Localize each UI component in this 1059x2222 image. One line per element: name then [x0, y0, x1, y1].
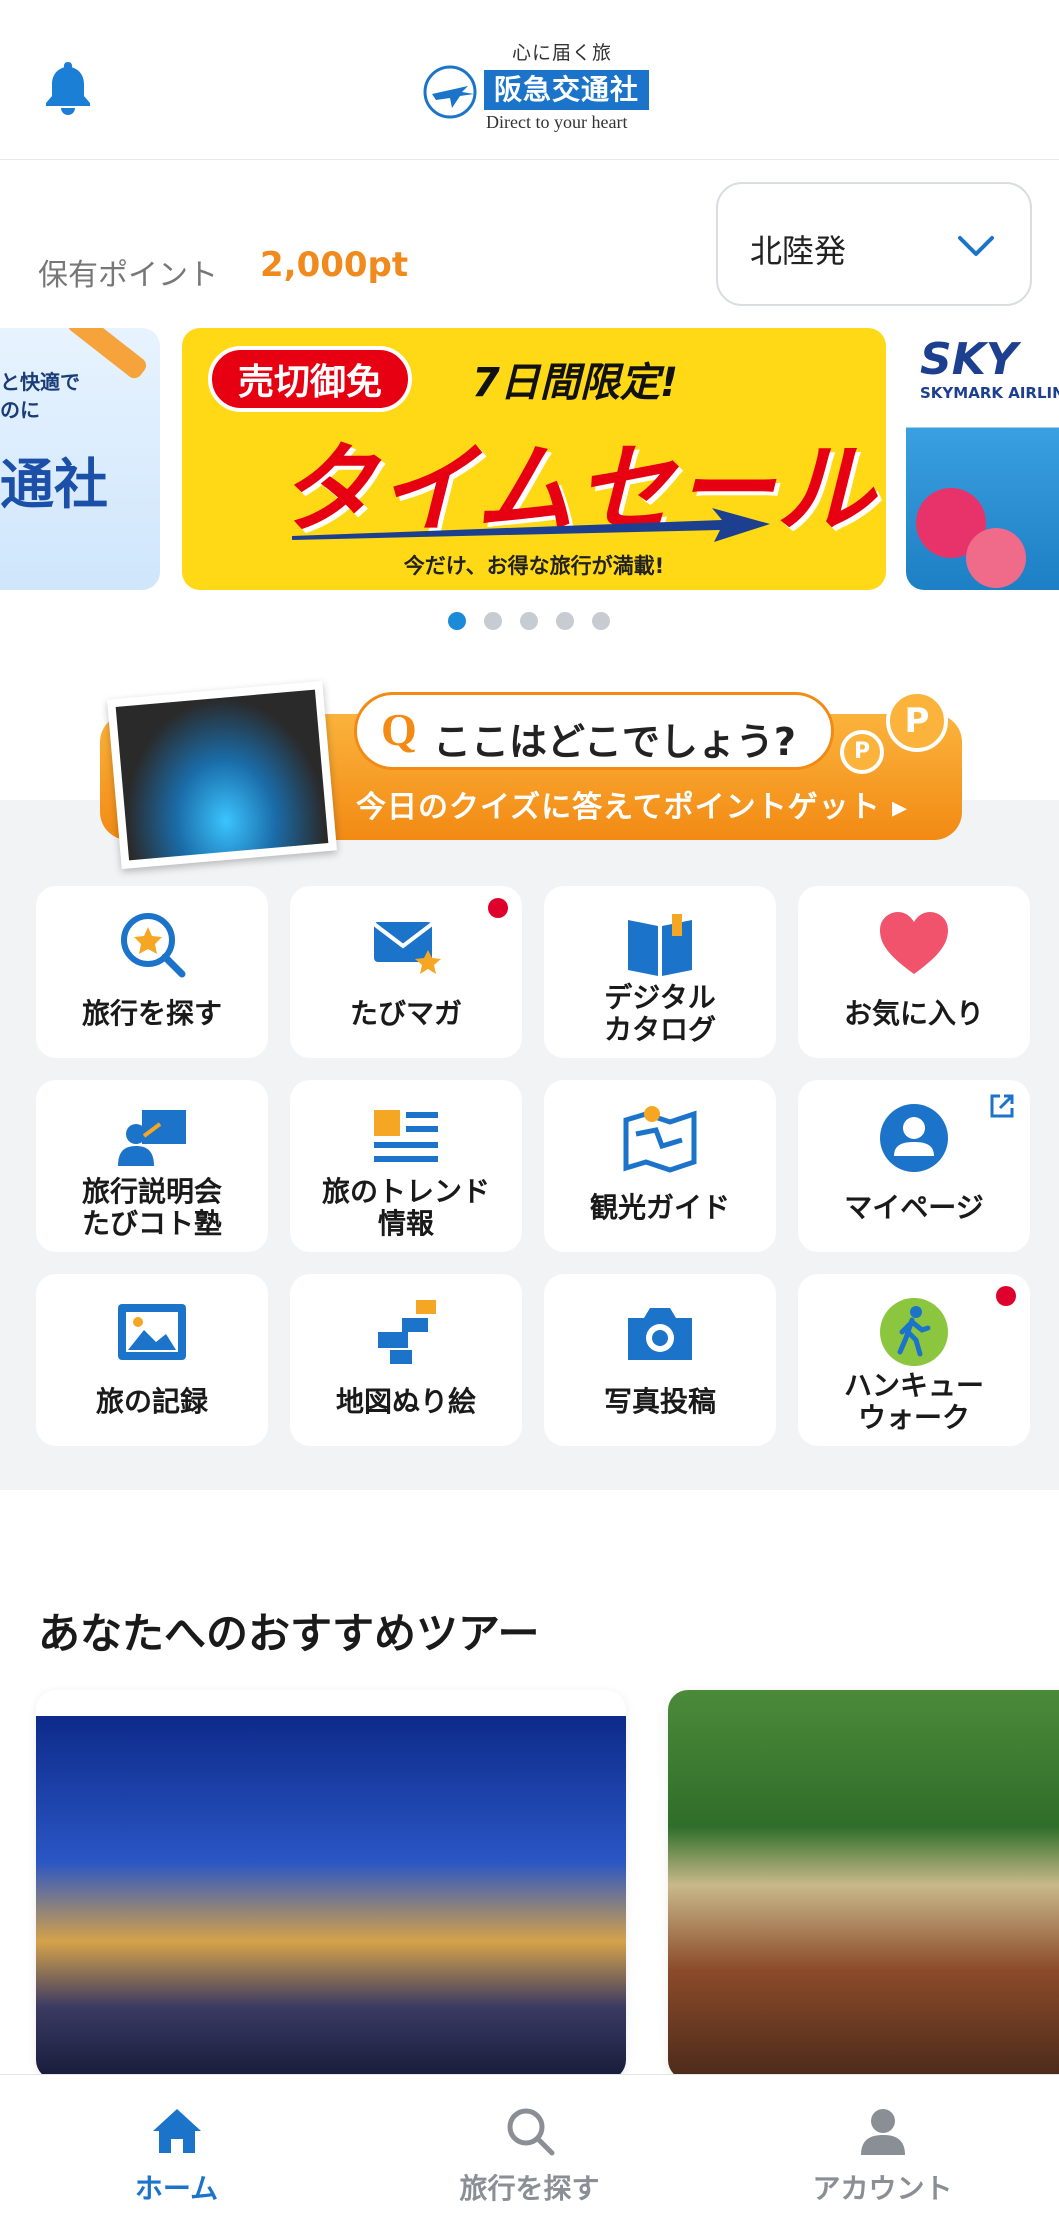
menu-tile-label: 旅の記録 [95, 1385, 208, 1418]
quiz-bubble: Q ここはどこでしょう? [354, 692, 834, 770]
chevron-down-icon [958, 236, 994, 256]
menu-tile[interactable]: 観光ガイド [544, 1080, 776, 1252]
menu-tile-label: 地図ぬり絵 [335, 1385, 476, 1418]
user-icon [880, 1104, 948, 1172]
notification-dot [488, 898, 508, 918]
presentation-icon [118, 1110, 186, 1166]
tour-card[interactable] [36, 1690, 626, 2080]
app-header: 心に届く旅 阪急交通社 Direct to your heart [0, 0, 1059, 160]
notification-dot [996, 1286, 1016, 1306]
nav-account[interactable]: アカウント [706, 2075, 1059, 2222]
mail-star-icon [372, 922, 441, 974]
menu-tile[interactable]: 旅のトレンド 情報 [290, 1080, 522, 1252]
nav-search-label: 旅行を探す [459, 2172, 600, 2205]
book-icon [628, 914, 692, 976]
points-label: 保有ポイント [38, 258, 218, 293]
account-icon [860, 2109, 905, 2155]
quiz-q-mark: Q [381, 704, 417, 755]
menu-tile[interactable]: ハンキュー ウォーク [798, 1274, 1030, 1446]
skymark-brand: SKY [920, 334, 1018, 385]
walk-icon [880, 1298, 948, 1366]
news-icon [374, 1110, 438, 1162]
brand-logo[interactable]: 心に届く旅 阪急交通社 Direct to your heart [422, 38, 652, 134]
carousel-dot[interactable] [520, 612, 538, 630]
limited-text: 7日間限定! [472, 360, 679, 406]
nav-home[interactable]: ホーム [0, 2075, 353, 2222]
bell-icon[interactable] [42, 58, 94, 116]
logo-name: 阪急交通社 [484, 70, 649, 110]
menu-tile-label: お気に入り [843, 997, 984, 1030]
sold-out-badge: 売切御免 [208, 346, 412, 412]
heart-icon [880, 912, 948, 974]
banner-carousel[interactable]: と快適で のに 通社 売切御免 7日間限定! タイムセール 今だけ、お得な旅行が… [0, 328, 1059, 590]
banner-prev-line2: のに [0, 398, 40, 422]
sale-subtitle: 今だけ、お得な旅行が満載! [403, 554, 665, 578]
bottom-nav: ホーム 旅行を探す アカウント [0, 2074, 1059, 2222]
menu-tile[interactable]: たびマガ [290, 886, 522, 1058]
nav-home-label: ホーム [134, 2172, 219, 2205]
photo-icon [118, 1304, 186, 1360]
carousel-dot[interactable] [592, 612, 610, 630]
point-coin-icon: P [886, 690, 948, 752]
menu-tile-label: 観光ガイド [589, 1191, 730, 1224]
skymark-brand-sub: SKYMARK AIRLINE [920, 384, 1059, 402]
menu-tile[interactable]: 写真投稿 [544, 1274, 776, 1446]
quiz-question: ここはどこでしょう? [433, 720, 796, 764]
tour-image [668, 1690, 1059, 2080]
banner-slide-next[interactable]: SKY SKYMARK AIRLINE [906, 328, 1059, 590]
camera-icon [628, 1308, 692, 1360]
blocks-icon [378, 1300, 436, 1364]
map-icon [623, 1106, 697, 1173]
departure-region-select[interactable]: 北陸発 [716, 182, 1032, 306]
menu-tile-label: 写真投稿 [603, 1385, 716, 1418]
menu-tile[interactable]: 旅行を探す [36, 886, 268, 1058]
menu-tile[interactable]: マイページ [798, 1080, 1030, 1252]
tour-image [36, 1716, 626, 2080]
menu-tile[interactable]: 地図ぬり絵 [290, 1274, 522, 1446]
logo-subtitle: Direct to your heart [486, 112, 628, 132]
external-link-icon [990, 1094, 1014, 1118]
menu-tile-label: 旅行説明会 たびコト塾 [81, 1175, 222, 1240]
menu-tile[interactable]: デジタル カタログ [544, 886, 776, 1058]
carousel-dot[interactable] [484, 612, 502, 630]
search-icon [507, 2108, 554, 2156]
menu-tile-label: マイページ [844, 1191, 984, 1224]
banner-prev-line3: 通社 [0, 453, 108, 516]
flower-decor [966, 528, 1026, 588]
logo-tagline: 心に届く旅 [512, 42, 613, 64]
menu-tile-label: デジタル カタログ [603, 981, 716, 1046]
menu-tile[interactable]: 旅行説明会 たびコト塾 [36, 1080, 268, 1252]
quiz-photo [107, 680, 337, 870]
nav-search[interactable]: 旅行を探す [353, 2075, 706, 2222]
quiz-subtitle: 今日のクイズに答えてポイントゲット ▸ [356, 790, 909, 825]
nav-account-label: アカウント [812, 2172, 953, 2205]
menu-tile[interactable]: 旅の記録 [36, 1274, 268, 1446]
daily-quiz-banner[interactable]: Q ここはどこでしょう? 今日のクイズに答えてポイントゲット ▸ P P [100, 680, 962, 870]
tour-card[interactable] [668, 1690, 1059, 2080]
menu-tile[interactable]: お気に入り [798, 886, 1030, 1058]
region-label: 北陸発 [750, 232, 847, 270]
carousel-dots [448, 612, 610, 630]
banner-prev-line1: と快適で [0, 370, 80, 394]
recommend-title: あなたへのおすすめツアー [38, 1609, 540, 1658]
carousel-dot[interactable] [448, 612, 466, 630]
banner-slide-prev[interactable]: と快適で のに 通社 [0, 328, 160, 590]
airplane-logo-icon [423, 65, 477, 119]
menu-tile-label: ハンキュー ウォーク [843, 1369, 984, 1434]
banner-slide-time-sale[interactable]: 売切御免 7日間限定! タイムセール 今だけ、お得な旅行が満載! [182, 328, 886, 590]
menu-tile-label: 旅行を探す [81, 997, 222, 1030]
carousel-dot[interactable] [556, 612, 574, 630]
point-coin-icon: P [840, 730, 884, 774]
arrow-decor-icon [292, 508, 770, 542]
home-icon [152, 2109, 201, 2153]
points-value: 2,000pt [260, 245, 409, 285]
menu-tile-label: たびマガ [349, 997, 462, 1030]
search-star-icon [121, 913, 186, 978]
menu-tile-label: 旅のトレンド 情報 [321, 1175, 490, 1240]
